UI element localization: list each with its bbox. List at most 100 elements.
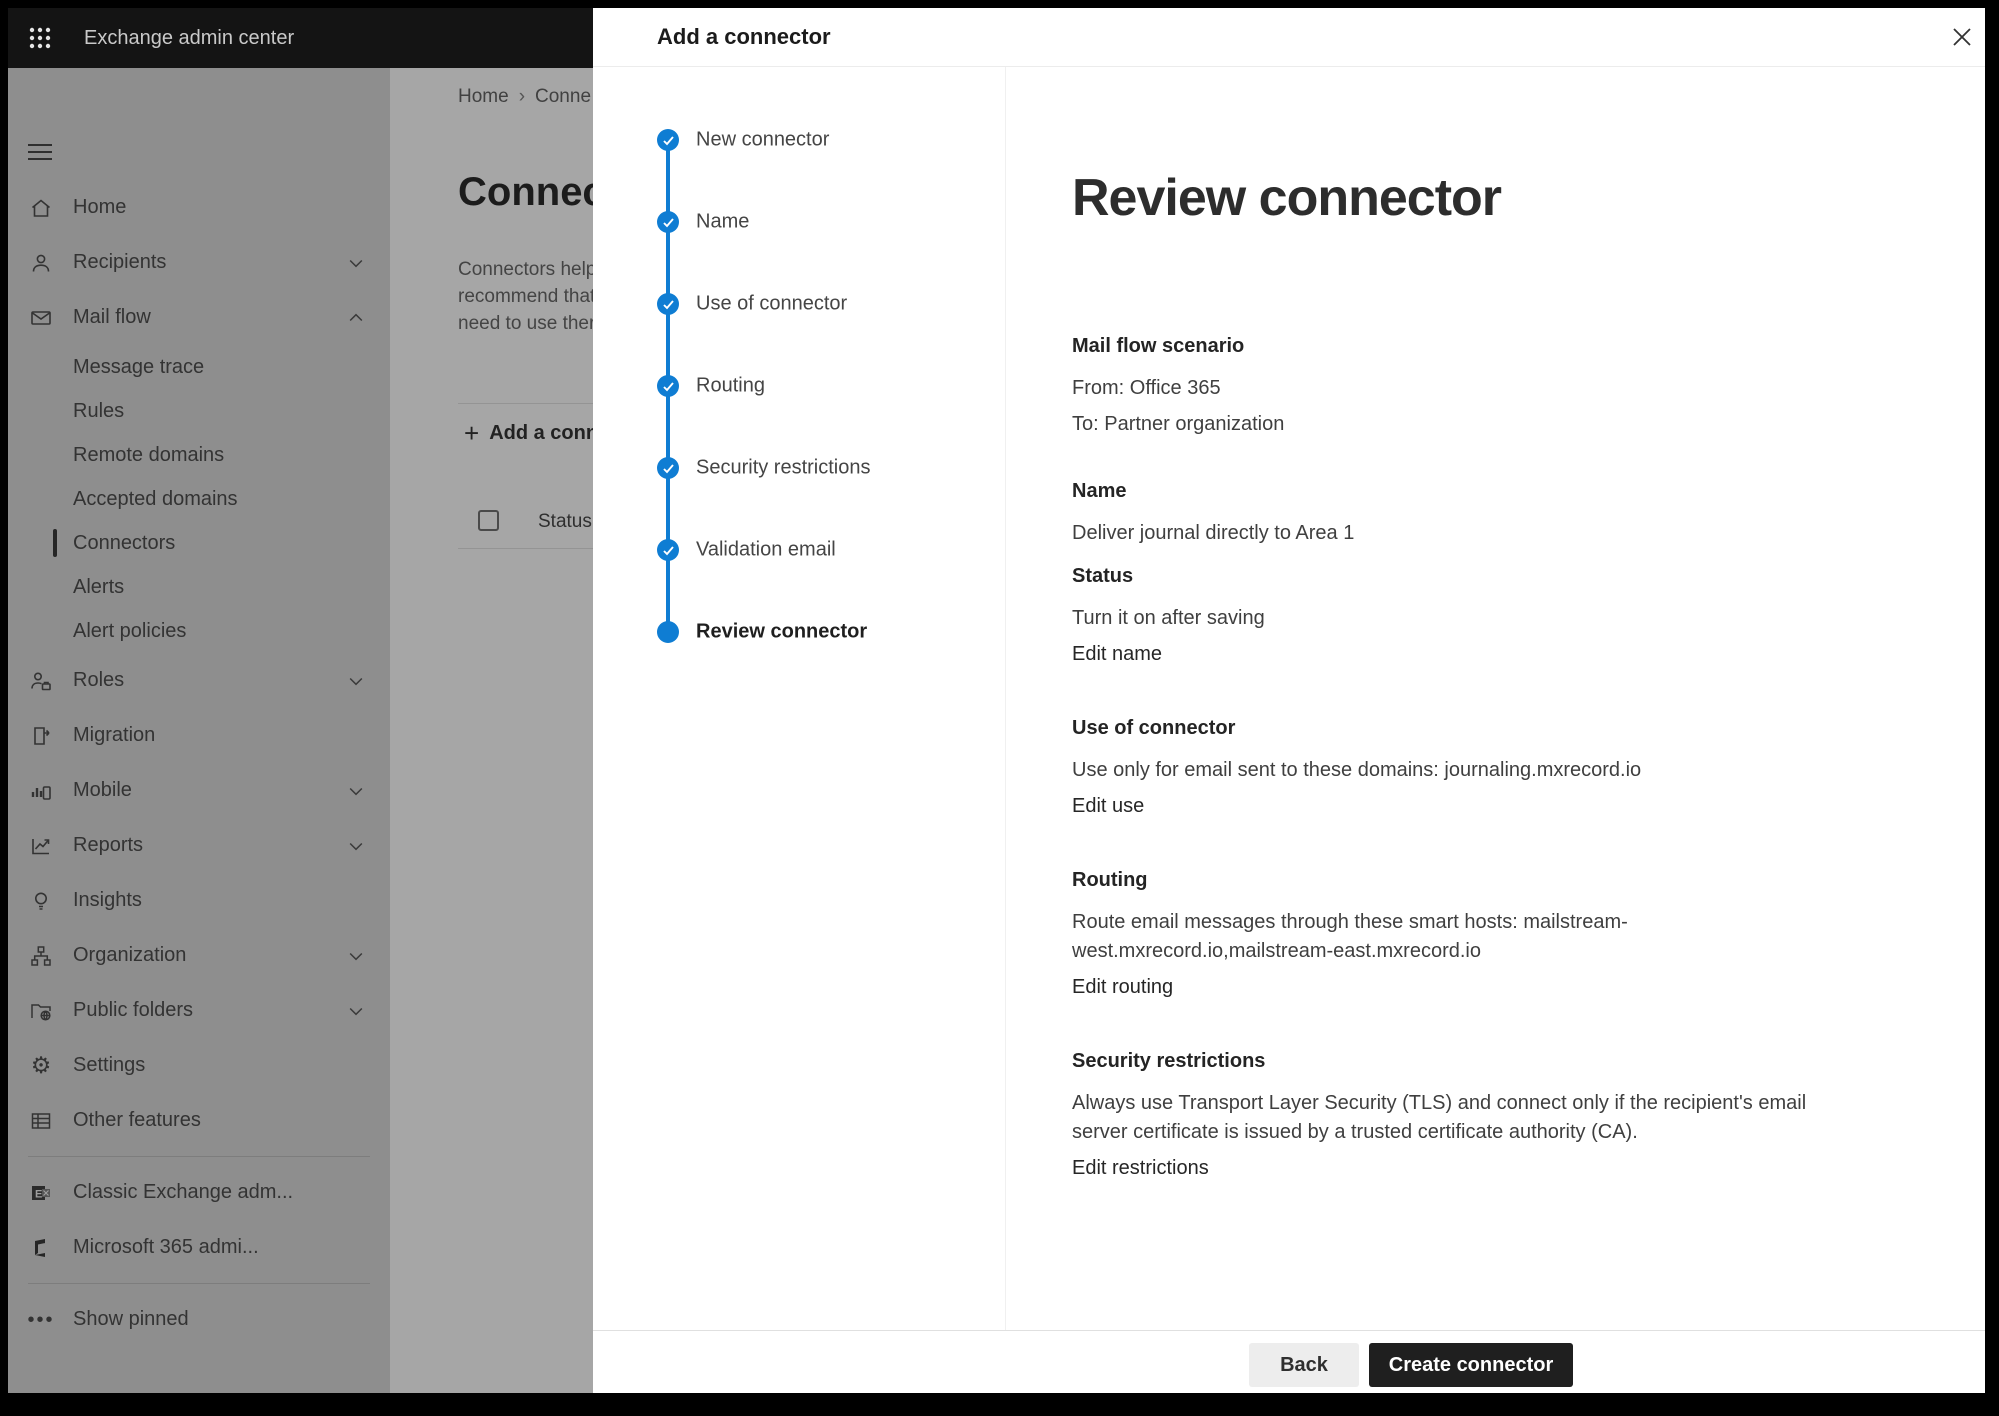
sidebar-item-organization[interactable]: Organization <box>8 928 390 983</box>
selected-item-indicator <box>53 529 57 557</box>
sidebar-item-label: Message trace <box>73 356 204 379</box>
sidebar-item-label: Other features <box>73 1109 201 1132</box>
wizard-step-rail: New connector Name Use of connector Routing… <box>593 8 1005 708</box>
review-section-name: NameDeliver journal directly to Area 1St… <box>1072 477 1850 676</box>
sidebar-item-label: Microsoft 365 admi... <box>73 1236 259 1259</box>
create-connector-button[interactable]: Create connector <box>1369 1343 1573 1387</box>
sidebar-item-mail-flow[interactable]: Mail flow <box>8 290 390 345</box>
sidebar-item-mobile[interactable]: Mobile <box>8 763 390 818</box>
step-new-connector[interactable]: New connector <box>593 123 993 157</box>
edit-routing-link[interactable]: Edit routing <box>1072 973 1173 1002</box>
step-name[interactable]: Name <box>593 205 993 239</box>
sidebar-item-other-features[interactable]: Other features <box>8 1093 390 1148</box>
section-heading: Mail flow scenario <box>1072 332 1850 360</box>
sidebar-item-show-pinned[interactable]: •••Show pinned <box>8 1292 390 1347</box>
section-heading: Status <box>1072 562 1850 590</box>
chevron-down-icon[interactable] <box>346 836 366 856</box>
review-section-security-restrictions: Security restrictionsAlways use Transpor… <box>1072 1047 1850 1190</box>
app-title: Exchange admin center <box>84 8 294 68</box>
step-current-circle-icon <box>657 621 679 643</box>
page-description-line: recommend that <box>458 283 593 310</box>
chevron-up-icon[interactable] <box>346 308 366 328</box>
close-icon[interactable] <box>1945 20 1979 54</box>
sidebar-item-settings[interactable]: ⚙Settings <box>8 1038 390 1093</box>
breadcrumb-connectors[interactable]: Conne <box>535 86 591 107</box>
step-use-of-connector[interactable]: Use of connector <box>593 287 993 321</box>
sidebar-item-label: Roles <box>73 669 124 692</box>
sidebar-item-label: Insights <box>73 889 142 912</box>
edit-name-link[interactable]: Edit name <box>1072 640 1162 669</box>
chevron-down-icon[interactable] <box>346 781 366 801</box>
sidebar-item-label: Settings <box>73 1054 145 1077</box>
table-header-divider <box>458 548 593 549</box>
back-button[interactable]: Back <box>1249 1343 1359 1387</box>
sidebar-item-remote-domains[interactable]: Remote domains <box>8 433 390 477</box>
sidebar-nav-list: Home Recipients Mail flow Message trace Rule… <box>8 180 390 1347</box>
step-completed-check-icon <box>657 211 679 233</box>
edit-use-link[interactable]: Edit use <box>1072 792 1144 821</box>
sidebar-item-alert-policies[interactable]: Alert policies <box>8 609 390 653</box>
sidebar-item-alerts[interactable]: Alerts <box>8 565 390 609</box>
select-all-checkbox[interactable] <box>478 510 499 531</box>
step-security-restrictions[interactable]: Security restrictions <box>593 451 993 485</box>
mobile-icon <box>28 778 54 804</box>
exchange-admin-app: Exchange admin center Home Recipients Mail… <box>8 8 1985 1393</box>
sidebar-item-label: Classic Exchange adm... <box>73 1181 293 1204</box>
chevron-down-icon[interactable] <box>346 946 366 966</box>
insights-icon <box>28 888 54 914</box>
grid-icon <box>28 1108 54 1134</box>
sidebar-item-microsoft-365-admi[interactable]: Microsoft 365 admi... <box>8 1220 390 1275</box>
chevron-down-icon[interactable] <box>346 1001 366 1021</box>
sidebar-item-recipients[interactable]: Recipients <box>8 235 390 290</box>
sidebar-item-reports[interactable]: Reports <box>8 818 390 873</box>
app-launcher-waffle-icon[interactable] <box>28 26 52 50</box>
sidebar-item-classic-exchange-adm[interactable]: EClassic Exchange adm... <box>8 1165 390 1220</box>
sidebar-item-label: Show pinned <box>73 1308 189 1331</box>
step-routing[interactable]: Routing <box>593 369 993 403</box>
plus-icon: + <box>464 418 479 449</box>
sidebar-item-migration[interactable]: Migration <box>8 708 390 763</box>
sidebar-item-roles[interactable]: Roles <box>8 653 390 708</box>
breadcrumb-home[interactable]: Home <box>458 86 509 107</box>
office-icon <box>28 1235 54 1261</box>
sidebar-item-public-folders[interactable]: Public folders <box>8 983 390 1038</box>
section-heading: Routing <box>1072 866 1850 894</box>
chevron-down-icon[interactable] <box>346 671 366 691</box>
hamburger-menu-icon[interactable] <box>28 144 52 162</box>
sidebar-item-message-trace[interactable]: Message trace <box>8 345 390 389</box>
sidebar-item-label: Accepted domains <box>73 488 238 511</box>
chevron-down-icon[interactable] <box>346 253 366 273</box>
step-label: Validation email <box>696 539 836 562</box>
sidebar-item-label: Alert policies <box>73 620 186 643</box>
sidebar-item-home[interactable]: Home <box>8 180 390 235</box>
add-connector-wizard-panel: Add a connector New connectorNameUse of … <box>593 8 1985 1393</box>
sidebar-item-label: Rules <box>73 400 124 423</box>
toolbar-divider <box>458 403 593 404</box>
section-heading: Security restrictions <box>1072 1047 1850 1075</box>
page-title: Connec <box>458 170 593 215</box>
section-heading: Use of connector <box>1072 714 1850 742</box>
sidebar-item-label: Alerts <box>73 576 124 599</box>
sidebar-item-connectors[interactable]: Connectors <box>8 521 390 565</box>
step-review-connector[interactable]: Review connector <box>593 615 993 649</box>
sidebar-item-label: Recipients <box>73 251 166 274</box>
sidebar-item-accepted-domains[interactable]: Accepted domains <box>8 477 390 521</box>
reports-icon <box>28 833 54 859</box>
review-connector-content: Review connector Mail flow scenarioFrom:… <box>1072 168 1850 1228</box>
section-text: Turn it on after saving <box>1072 604 1850 633</box>
step-validation-email[interactable]: Validation email <box>593 533 993 567</box>
section-text: Route email messages through these smart… <box>1072 908 1850 966</box>
review-section-mail-flow-scenario: Mail flow scenarioFrom: Office 365To: Pa… <box>1072 332 1850 439</box>
step-completed-check-icon <box>657 375 679 397</box>
edit-restrictions-link[interactable]: Edit restrictions <box>1072 1154 1209 1183</box>
sidebar-item-insights[interactable]: Insights <box>8 873 390 928</box>
sidebar-divider <box>28 1156 370 1157</box>
sidebar-item-label: Remote domains <box>73 444 224 467</box>
review-section-use-of-connector: Use of connectorUse only for email sent … <box>1072 714 1850 828</box>
sidebar-item-rules[interactable]: Rules <box>8 389 390 433</box>
page-description: Connectors helprecommend thatneed to use… <box>458 256 593 337</box>
review-title: Review connector <box>1072 168 1850 228</box>
add-connector-label: Add a conn <box>489 422 593 445</box>
add-connector-button[interactable]: + Add a conn <box>464 418 593 449</box>
step-label: New connector <box>696 129 829 152</box>
